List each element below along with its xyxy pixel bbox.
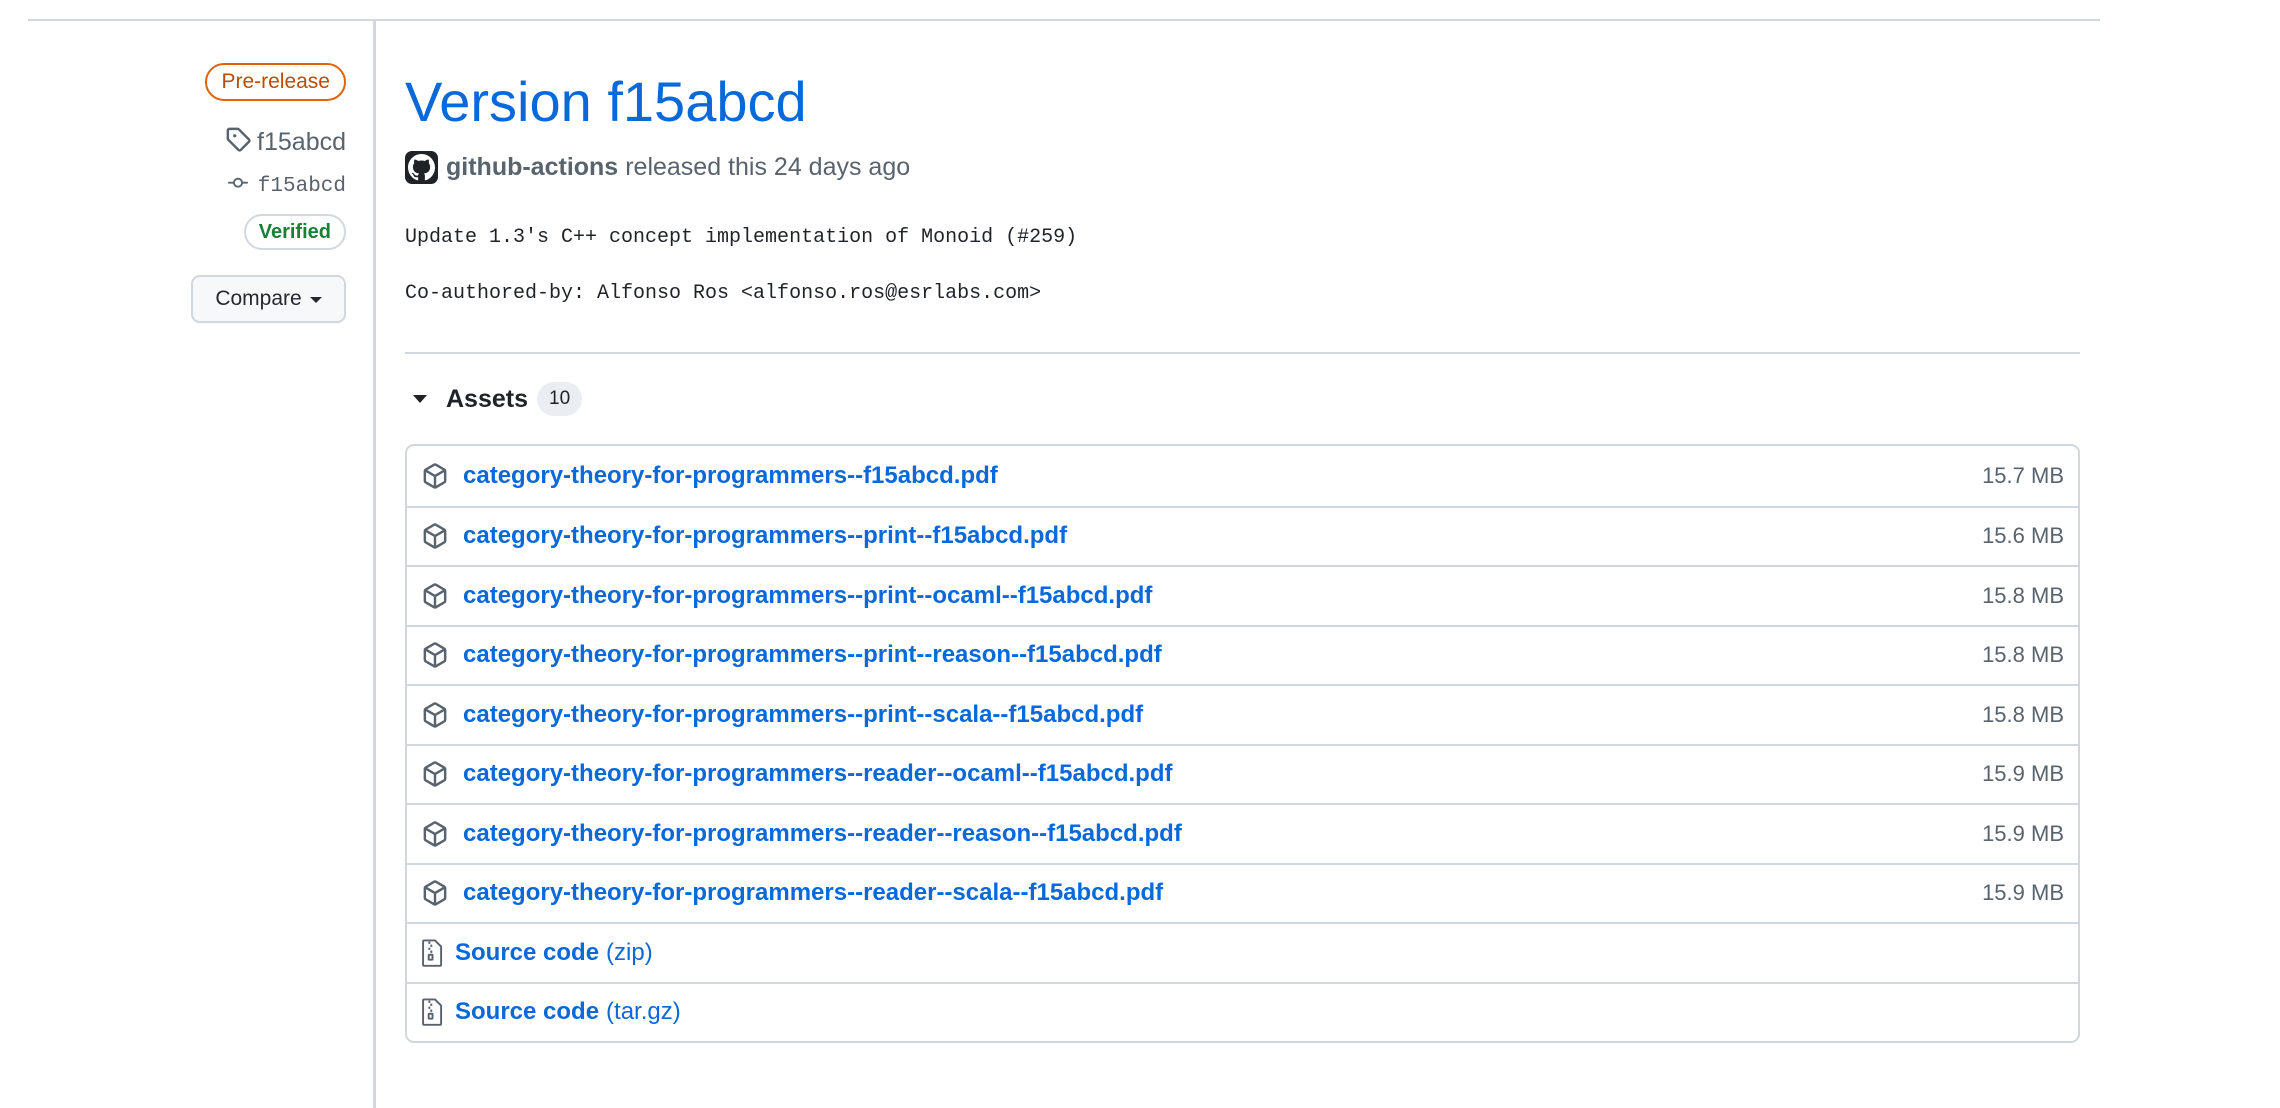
asset-download-link[interactable]: category-theory-for-programmers--reader-… — [463, 820, 1182, 848]
assets-toggle[interactable]: Assets 10 — [405, 380, 583, 418]
source-code-label: Source code — [455, 938, 600, 966]
asset-row: category-theory-for-programmers--reader-… — [407, 862, 2078, 923]
file-zip-icon — [421, 998, 443, 1026]
package-icon — [421, 879, 449, 907]
package-icon — [421, 582, 449, 610]
git-commit-icon — [224, 173, 252, 200]
archive-format: (zip) — [606, 938, 653, 966]
asset-row: category-theory-for-programmers--reader-… — [407, 803, 2078, 863]
file-zip-icon — [421, 939, 443, 967]
release-notes: Update 1.3's C++ concept implementation … — [405, 224, 1077, 336]
asset-download-link[interactable]: category-theory-for-programmers--reader-… — [463, 879, 1163, 907]
asset-row: category-theory-for-programmers--print--… — [407, 684, 2078, 744]
asset-download-link[interactable]: category-theory-for-programmers--print--… — [463, 701, 1143, 729]
tag-icon — [225, 126, 251, 159]
asset-row: category-theory-for-programmers--print--… — [407, 505, 2078, 566]
assets-heading: Assets — [446, 384, 528, 413]
tag-link[interactable]: f15abcd — [225, 126, 346, 159]
asset-size: 15.8 MB — [1982, 701, 2064, 727]
archive-format: (tar.gz) — [606, 998, 681, 1026]
author-link[interactable]: github-actions — [446, 153, 618, 182]
asset-row: category-theory-for-programmers--reader-… — [407, 743, 2078, 804]
source-code-label: Source code — [455, 998, 600, 1026]
package-icon — [421, 641, 449, 669]
chevron-down-icon — [309, 297, 322, 303]
triangle-down-icon — [413, 395, 427, 403]
asset-row: category-theory-for-programmers--f15abcd… — [407, 446, 2078, 506]
asset-download-link[interactable]: category-theory-for-programmers--print--… — [463, 522, 1067, 550]
tag-name: f15abcd — [257, 128, 346, 156]
asset-size: 15.9 MB — [1982, 761, 2064, 787]
source-code-targz-link[interactable]: Source code (tar.gz) — [455, 998, 681, 1026]
asset-download-link[interactable]: category-theory-for-programmers--f15abcd… — [463, 462, 998, 490]
asset-size: 15.7 MB — [1982, 462, 2064, 488]
release-time-text: released this 24 days ago — [625, 152, 911, 181]
section-divider — [405, 352, 2080, 354]
package-icon — [421, 820, 449, 848]
github-mark-icon[interactable] — [405, 150, 438, 184]
package-icon — [421, 760, 449, 788]
prerelease-badge: Pre-release — [205, 63, 346, 101]
asset-download-link[interactable]: category-theory-for-programmers--print--… — [463, 582, 1152, 610]
release-author-line: github-actions released this 24 days ago — [405, 150, 910, 184]
asset-size: 15.9 MB — [1982, 820, 2064, 846]
asset-download-link[interactable]: category-theory-for-programmers--print--… — [463, 641, 1162, 669]
top-divider — [28, 19, 2100, 21]
asset-size: 15.8 MB — [1982, 642, 2064, 668]
commit-sha: f15abcd — [257, 175, 346, 198]
package-icon — [421, 701, 449, 729]
package-icon — [421, 462, 449, 490]
assets-list: category-theory-for-programmers--f15abcd… — [405, 444, 2080, 1043]
asset-row: category-theory-for-programmers--print--… — [407, 624, 2078, 685]
asset-size: 15.9 MB — [1982, 880, 2064, 906]
verified-badge[interactable]: Verified — [243, 214, 346, 250]
asset-size: 15.6 MB — [1982, 523, 2064, 549]
release-note-line: Co-authored-by: Alfonso Ros <alfonso.ros… — [405, 282, 1042, 305]
assets-count-badge: 10 — [537, 382, 583, 416]
compare-button[interactable]: Compare — [191, 275, 346, 323]
timeline-line — [373, 21, 376, 1108]
asset-row: Source code (tar.gz) — [407, 981, 2078, 1042]
asset-row: Source code (zip) — [407, 922, 2078, 982]
release-title[interactable]: Version f15abcd — [405, 68, 807, 136]
release-note-line: Update 1.3's C++ concept implementation … — [405, 226, 1078, 249]
commit-link[interactable]: f15abcd — [224, 173, 346, 200]
compare-label: Compare — [215, 287, 302, 310]
asset-download-link[interactable]: category-theory-for-programmers--reader-… — [463, 760, 1172, 788]
asset-size: 15.8 MB — [1982, 582, 2064, 608]
source-code-zip-link[interactable]: Source code (zip) — [455, 939, 653, 967]
package-icon — [421, 522, 449, 550]
asset-row: category-theory-for-programmers--print--… — [407, 565, 2078, 625]
